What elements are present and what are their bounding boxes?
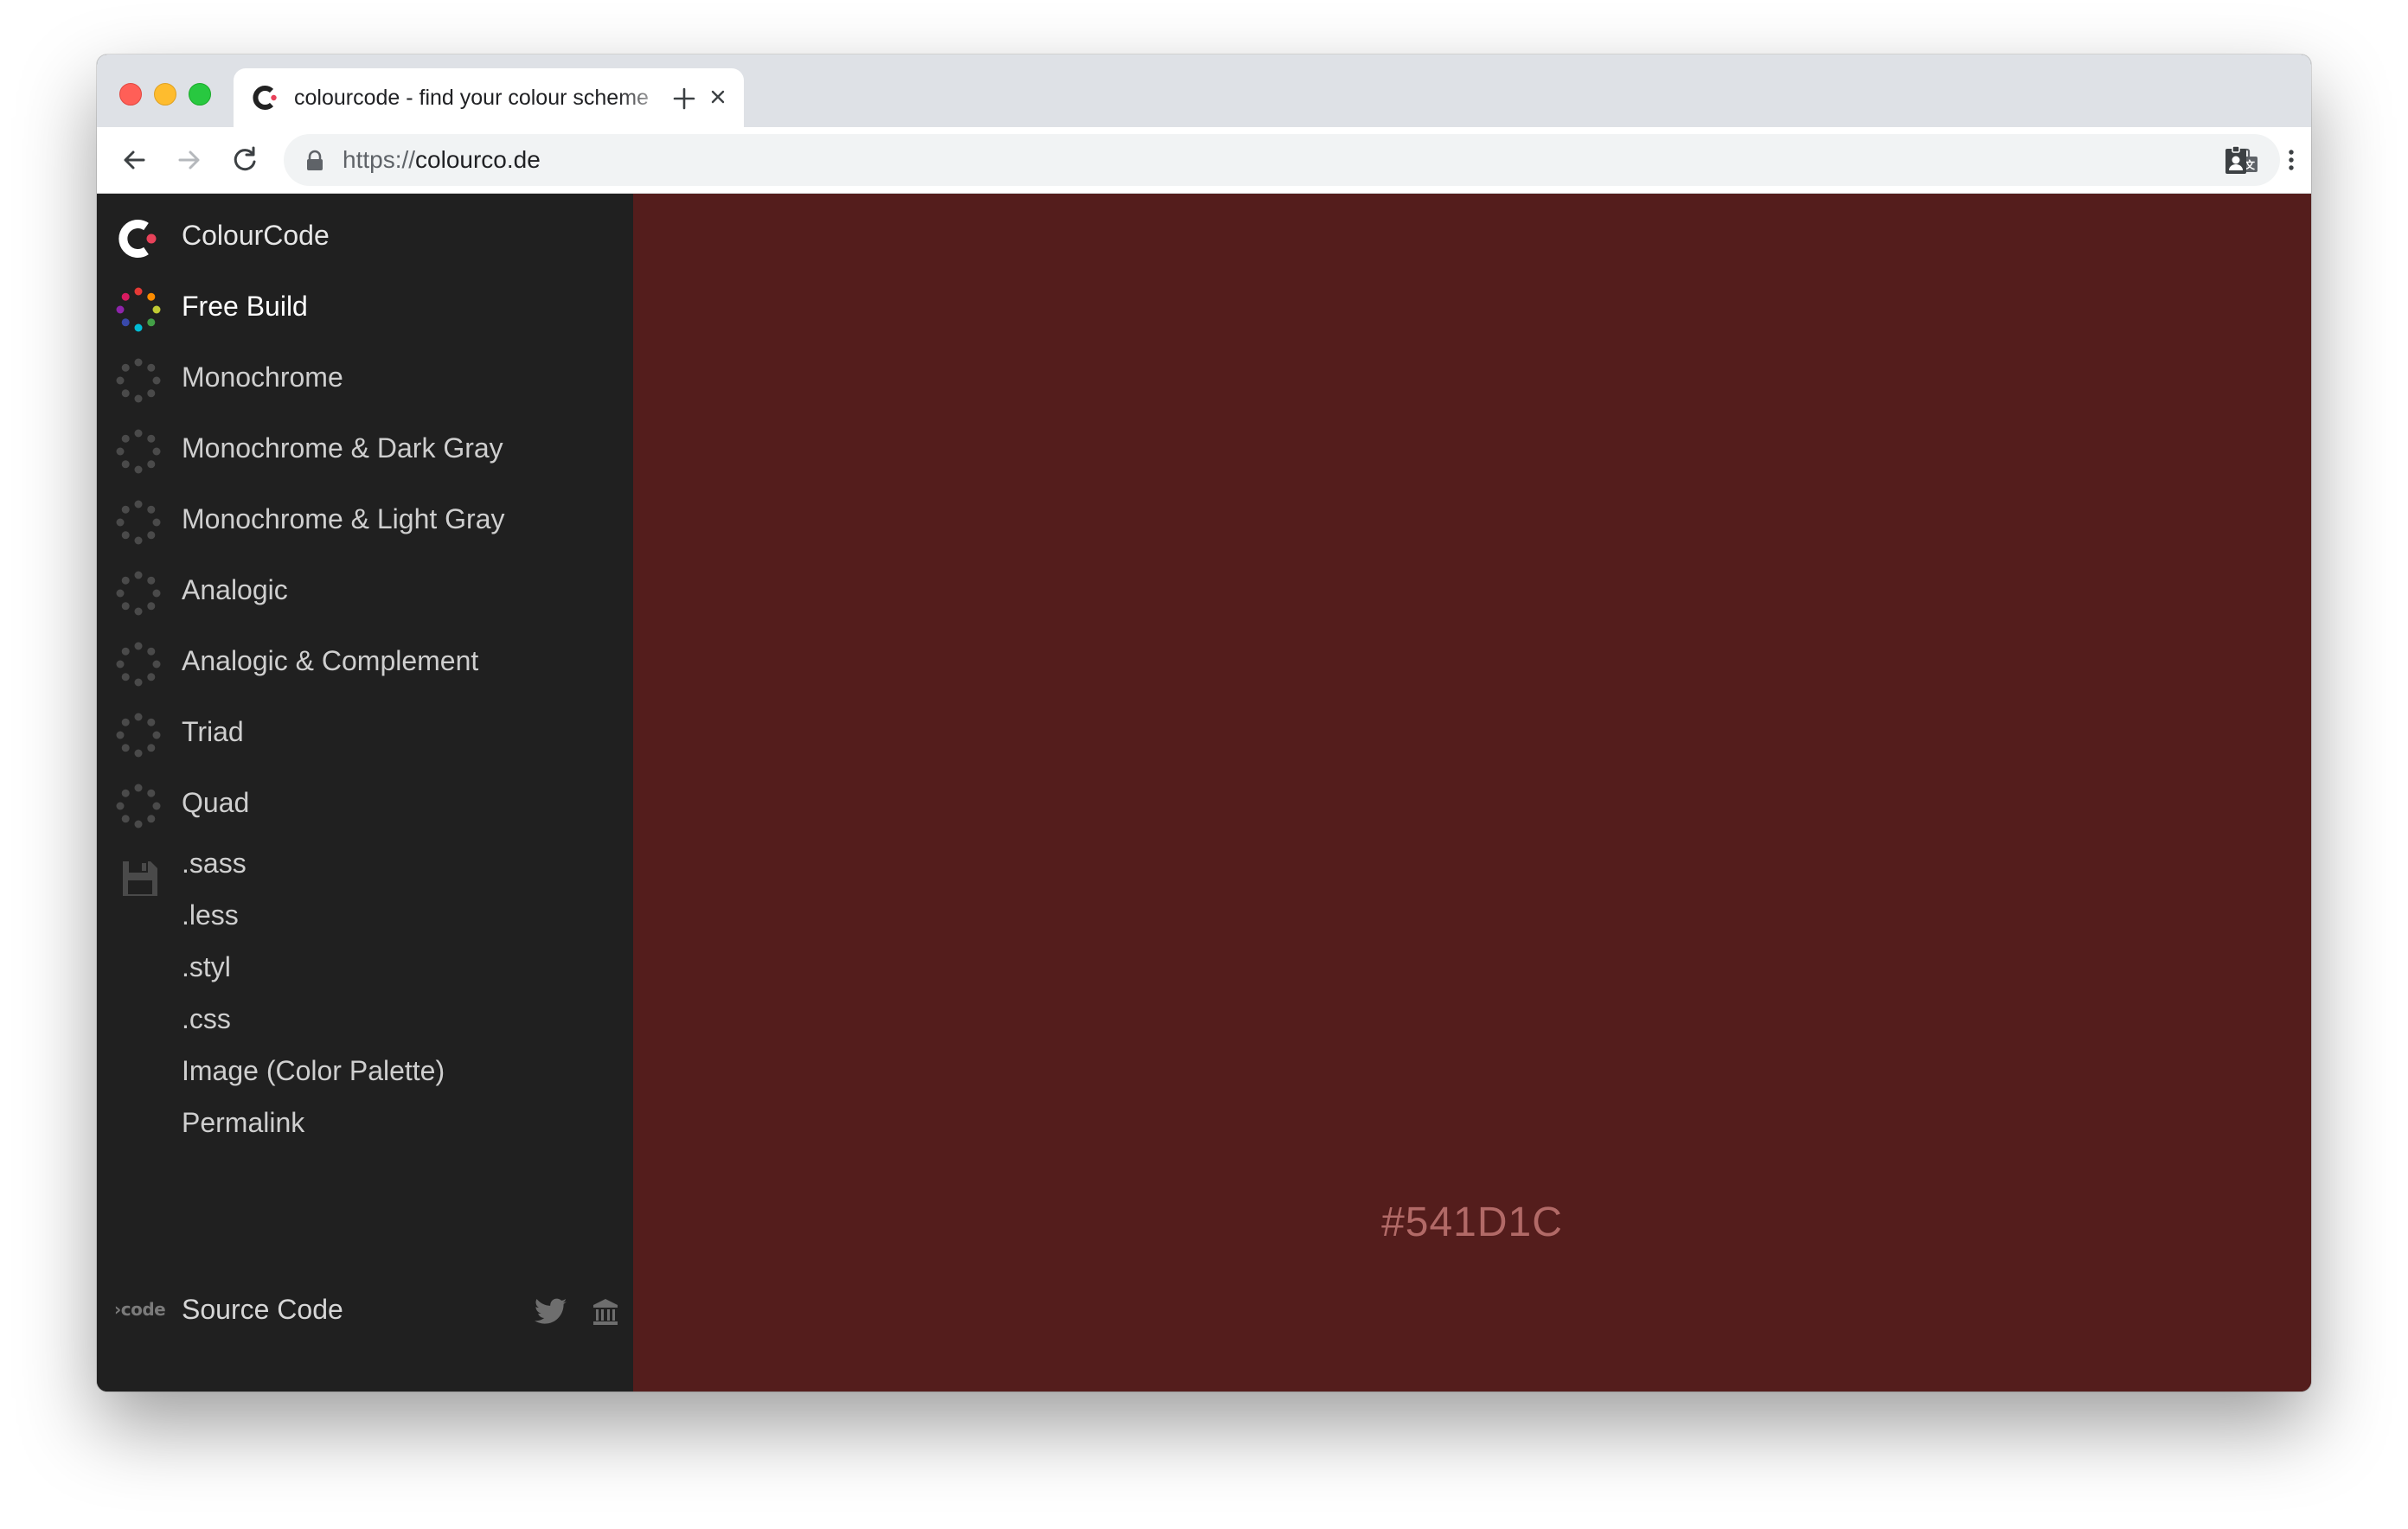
minimize-window-button[interactable] [154,83,176,106]
tab-strip: colourcode - find your colour scheme [97,54,2311,127]
colourcode-favicon-icon [253,86,277,110]
dots-wheel-icon [116,642,161,687]
brand-link[interactable]: ColourCode [97,206,633,266]
export-less-link[interactable]: .less [182,899,239,931]
mode-label: Triad [182,716,244,747]
mode-quad[interactable]: Quad [97,773,633,834]
export-sass-link[interactable]: .sass [182,848,247,880]
maximize-window-button[interactable] [189,83,211,106]
mode-label: Monochrome & Light Gray [182,503,505,534]
url-host: colourco.de [415,146,541,173]
kebab-menu-icon[interactable] [2275,144,2308,176]
close-icon[interactable] [705,84,731,110]
browser-window: colourcode - find your colour scheme htt… [97,54,2311,1391]
mode-label: Analogic [182,574,288,605]
source-code-link[interactable]: Source Code [182,1294,343,1326]
browser-toolbar: https://colourco.de G 文 [97,127,2311,194]
mode-triad[interactable]: Triad [97,702,633,763]
mode-monochrome-dark-gray[interactable]: Monochrome & Dark Gray [97,419,633,479]
code-logo-icon: ›code [114,1299,166,1320]
mode-analogic[interactable]: Analogic [97,560,633,621]
dots-wheel-icon [116,784,161,828]
mode-label: Monochrome & Dark Gray [182,432,503,464]
close-window-button[interactable] [119,83,142,106]
address-bar[interactable]: https://colourco.de G 文 [284,134,2280,186]
page-content: ColourCode Free Build Monochrome Monochr… [97,194,2311,1391]
color-hex-label[interactable]: #541D1C [633,1199,2311,1246]
mode-label: Monochrome [182,361,343,393]
mode-monochrome[interactable]: Monochrome [97,348,633,408]
mode-label: Quad [182,787,250,818]
reload-icon[interactable] [228,144,261,176]
floppy-disk-icon [123,861,157,896]
url-text[interactable]: https://colourco.de [343,146,541,174]
export-image-link[interactable]: Image (Color Palette) [182,1055,445,1087]
back-arrow-icon[interactable] [118,144,150,176]
url-scheme: https:// [343,146,416,173]
tab-title: colourcode - find your colour scheme [294,86,649,110]
sidebar-footer: ›code Source Code [97,1285,633,1337]
mode-label: Free Build [182,291,308,322]
lock-icon[interactable] [304,150,325,172]
dots-wheel-icon [116,500,161,545]
export-css-link[interactable]: .css [182,1003,231,1035]
mode-monochrome-light-gray[interactable]: Monochrome & Light Gray [97,489,633,550]
sidebar: ColourCode Free Build Monochrome Monochr… [97,194,633,1391]
mode-analogic-complement[interactable]: Analogic & Complement [97,631,633,692]
dots-wheel-icon [116,358,161,403]
browser-tab[interactable]: colourcode - find your colour scheme [234,68,744,127]
color-wheel-dots-icon [116,287,161,332]
brand-name: ColourCode [182,220,330,251]
color-swatch-panel[interactable]: #541D1C [633,194,2311,1391]
mode-label: Analogic & Complement [182,645,479,676]
dots-wheel-icon [116,429,161,474]
forward-arrow-icon[interactable] [173,144,206,176]
bank-icon[interactable] [592,1297,619,1327]
twitter-icon[interactable] [535,1297,567,1327]
dots-wheel-icon [116,713,161,758]
permalink-link[interactable]: Permalink [182,1107,304,1139]
dots-wheel-icon [116,571,161,616]
plus-icon[interactable] [669,84,699,113]
profile-badge-icon[interactable] [2219,144,2252,176]
mode-free-build[interactable]: Free Build [97,277,633,337]
export-styl-link[interactable]: .styl [182,951,231,983]
colourcode-logo-icon [118,220,157,258]
